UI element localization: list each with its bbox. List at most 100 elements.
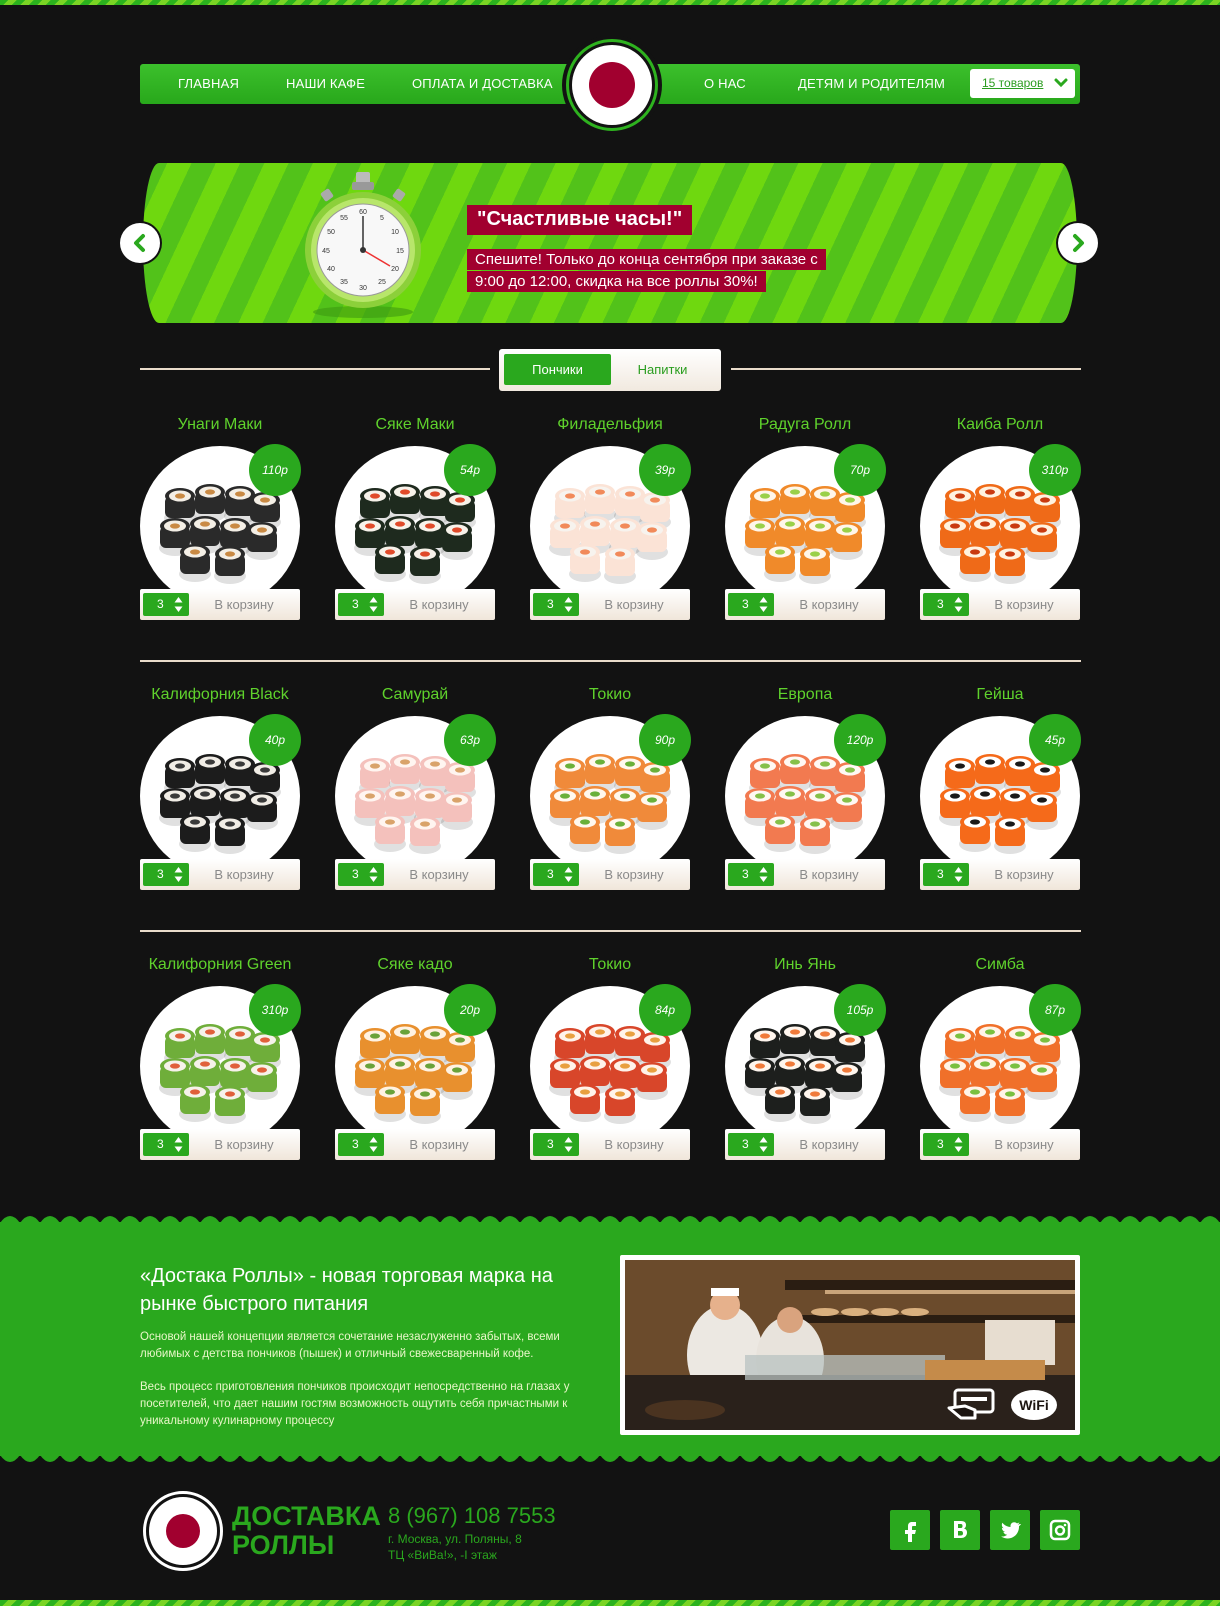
wifi-icon: WiFi: [1011, 1390, 1057, 1420]
nav-link-about[interactable]: О НАС: [704, 76, 746, 91]
up-down-arrows-icon[interactable]: [369, 866, 378, 883]
tab-donuts[interactable]: Пончики: [504, 354, 611, 385]
quantity-stepper[interactable]: 3: [728, 593, 774, 616]
up-down-arrows-icon[interactable]: [564, 866, 573, 883]
add-to-cart-button[interactable]: В корзину: [582, 867, 686, 882]
product-name[interactable]: Калифорния Green: [120, 956, 320, 974]
footer-brand: ДОСТАВКА РОЛЛЫ: [232, 1502, 381, 1560]
site-logo[interactable]: [562, 35, 662, 135]
quantity-stepper[interactable]: 3: [143, 863, 189, 886]
tab-drinks[interactable]: Напитки: [609, 354, 716, 385]
promo-slider: [143, 163, 1077, 323]
about-title: «Достака Роллы» - новая торговая марка н…: [140, 1265, 553, 1315]
quantity-value: 3: [937, 1137, 944, 1151]
instagram-link[interactable]: [1040, 1510, 1080, 1550]
product-name[interactable]: Гейша: [900, 686, 1100, 704]
product-card: Калифорния Black 40р 3 В корзину: [140, 686, 301, 918]
up-down-arrows-icon[interactable]: [954, 596, 963, 613]
add-to-cart-button[interactable]: В корзину: [387, 597, 491, 612]
add-to-cart-button[interactable]: В корзину: [192, 1137, 296, 1152]
add-to-cart-button[interactable]: В корзину: [192, 867, 296, 882]
slider-next-button[interactable]: [1058, 223, 1098, 263]
price-badge: 39р: [639, 444, 691, 496]
footer-logo[interactable]: [143, 1491, 223, 1571]
chevron-right-icon: [1073, 234, 1084, 252]
vk-link[interactable]: [940, 1510, 980, 1550]
add-to-cart-bar: 3 В корзину: [725, 1129, 885, 1160]
quantity-value: 3: [742, 867, 749, 881]
quantity-stepper[interactable]: 3: [338, 593, 384, 616]
facebook-link[interactable]: [890, 1510, 930, 1550]
up-down-arrows-icon[interactable]: [174, 596, 183, 613]
add-to-cart-button[interactable]: В корзину: [582, 597, 686, 612]
product-name[interactable]: Каиба Ролл: [900, 416, 1100, 434]
product-name[interactable]: Сяке Маки: [315, 416, 515, 434]
quantity-stepper[interactable]: 3: [533, 593, 579, 616]
add-to-cart-bar: 3 В корзину: [725, 589, 885, 620]
quantity-stepper[interactable]: 3: [143, 1133, 189, 1156]
up-down-arrows-icon[interactable]: [759, 866, 768, 883]
up-down-arrows-icon[interactable]: [759, 596, 768, 613]
product-name[interactable]: Европа: [705, 686, 905, 704]
product-name[interactable]: Филадельфия: [510, 416, 710, 434]
product-name[interactable]: Самурай: [315, 686, 515, 704]
add-to-cart-button[interactable]: В корзину: [387, 867, 491, 882]
cart-dropdown[interactable]: 15 товаров: [970, 69, 1075, 98]
add-to-cart-bar: 3 В корзину: [530, 1129, 690, 1160]
quantity-stepper[interactable]: 3: [923, 593, 969, 616]
svg-text:60: 60: [359, 209, 367, 216]
nav-link-cafes[interactable]: НАШИ КАФЕ: [286, 76, 365, 91]
add-to-cart-button[interactable]: В корзину: [777, 1137, 881, 1152]
svg-text:40: 40: [327, 266, 335, 273]
product-name[interactable]: Инь Янь: [705, 956, 905, 974]
up-down-arrows-icon[interactable]: [954, 866, 963, 883]
about-paragraph: Весь процесс приготовления пончиков прои…: [140, 1381, 570, 1427]
nav-link-delivery[interactable]: ОПЛАТА И ДОСТАВКА: [412, 76, 553, 91]
quantity-value: 3: [742, 597, 749, 611]
product-name[interactable]: Радуга Ролл: [705, 416, 905, 434]
quantity-stepper[interactable]: 3: [533, 863, 579, 886]
quantity-stepper[interactable]: 3: [728, 863, 774, 886]
quantity-stepper[interactable]: 3: [728, 1133, 774, 1156]
add-to-cart-bar: 3 В корзину: [140, 1129, 300, 1160]
up-down-arrows-icon[interactable]: [759, 1136, 768, 1153]
add-to-cart-bar: 3 В корзину: [335, 1129, 495, 1160]
footer-phone[interactable]: 8 (967) 108 7553: [388, 1503, 556, 1529]
up-down-arrows-icon[interactable]: [564, 1136, 573, 1153]
product-card: Европа 120р 3 В корзину: [725, 686, 886, 918]
add-to-cart-button[interactable]: В корзину: [972, 597, 1076, 612]
quantity-stepper[interactable]: 3: [338, 1133, 384, 1156]
quantity-stepper[interactable]: 3: [338, 863, 384, 886]
add-to-cart-button[interactable]: В корзину: [192, 597, 296, 612]
twitter-link[interactable]: [990, 1510, 1030, 1550]
nav-link-kids[interactable]: ДЕТЯМ И РОДИТЕЛЯМ: [798, 76, 945, 91]
add-to-cart-button[interactable]: В корзину: [777, 597, 881, 612]
add-to-cart-button[interactable]: В корзину: [972, 867, 1076, 882]
add-to-cart-button[interactable]: В корзину: [582, 1137, 686, 1152]
product-name[interactable]: Токио: [510, 956, 710, 974]
nav-link-home[interactable]: ГЛАВНАЯ: [178, 76, 239, 91]
product-name[interactable]: Калифорния Black: [120, 686, 320, 704]
quantity-stepper[interactable]: 3: [923, 863, 969, 886]
quantity-stepper[interactable]: 3: [143, 593, 189, 616]
svg-text:45: 45: [322, 248, 330, 255]
add-to-cart-button[interactable]: В корзину: [777, 867, 881, 882]
price-badge: 40р: [249, 714, 301, 766]
up-down-arrows-icon[interactable]: [369, 1136, 378, 1153]
add-to-cart-button[interactable]: В корзину: [972, 1137, 1076, 1152]
product-name[interactable]: Симба: [900, 956, 1100, 974]
footer-address: г. Москва, ул. Поляны, 8 ТЦ «ВиВа!», -I …: [388, 1531, 522, 1563]
up-down-arrows-icon[interactable]: [174, 866, 183, 883]
product-name[interactable]: Унаги Маки: [120, 416, 320, 434]
quantity-stepper[interactable]: 3: [533, 1133, 579, 1156]
add-to-cart-button[interactable]: В корзину: [387, 1137, 491, 1152]
slider-prev-button[interactable]: [120, 223, 160, 263]
up-down-arrows-icon[interactable]: [954, 1136, 963, 1153]
up-down-arrows-icon[interactable]: [369, 596, 378, 613]
quantity-stepper[interactable]: 3: [923, 1133, 969, 1156]
product-name[interactable]: Сяке кадо: [315, 956, 515, 974]
cafe-photo: WiFi: [620, 1255, 1080, 1435]
up-down-arrows-icon[interactable]: [564, 596, 573, 613]
product-name[interactable]: Токио: [510, 686, 710, 704]
up-down-arrows-icon[interactable]: [174, 1136, 183, 1153]
